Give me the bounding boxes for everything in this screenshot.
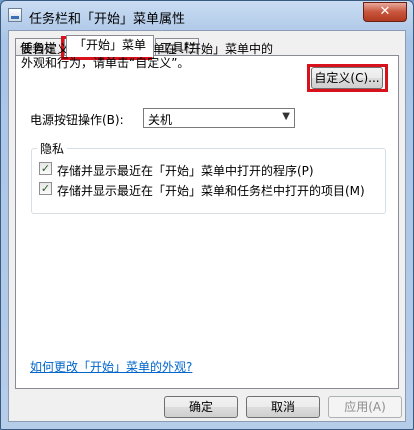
customize-button[interactable]: 自定义(C)... bbox=[311, 67, 383, 89]
ok-button[interactable]: 确定 bbox=[164, 396, 238, 418]
power-button-value: 关机 bbox=[148, 113, 173, 127]
window-title: 任务栏和「开始」菜单属性 bbox=[29, 12, 186, 27]
apply-button[interactable]: 应用(A) bbox=[328, 396, 402, 418]
checkbox-checked-icon[interactable]: ✓ bbox=[39, 182, 52, 195]
power-button-label: 电源按钮操作(B): bbox=[30, 113, 124, 127]
window-app-icon bbox=[8, 8, 22, 22]
title-bar[interactable]: 任务栏和「开始」菜单属性 ✕ bbox=[1, 1, 413, 31]
privacy-programs-label: 存储并显示最近在「开始」菜单中打开的程序(P) bbox=[57, 164, 314, 178]
tab-start-menu[interactable]: 「开始」菜单 bbox=[66, 35, 154, 57]
help-link[interactable]: 如何更改「开始」菜单的外观? bbox=[30, 358, 192, 375]
privacy-items-label: 存储并显示最近在「开始」菜单和任务栏中打开的项目(M) bbox=[57, 184, 365, 198]
start-menu-tab-panel bbox=[15, 55, 399, 389]
properties-window: 任务栏和「开始」菜单属性 ✕ 任务栏 「开始」菜单 工具栏 要自定义链接、图标和… bbox=[0, 0, 414, 430]
checkbox-checked-icon[interactable]: ✓ bbox=[39, 162, 52, 175]
tab-start-menu-label: 「开始」菜单 bbox=[73, 38, 146, 52]
cancel-button[interactable]: 取消 bbox=[246, 396, 320, 418]
privacy-group-title: 隐私 bbox=[37, 140, 68, 157]
privacy-group bbox=[31, 148, 386, 214]
close-button[interactable]: ✕ bbox=[363, 2, 407, 22]
chevron-down-icon: ▼ bbox=[282, 111, 290, 122]
power-button-select[interactable]: 关机 ▼ bbox=[143, 108, 295, 128]
customize-description: 要自定义链接、图标和菜单在「开始」菜单中的 外观和行为，请单击“自定义”。 bbox=[21, 42, 273, 70]
